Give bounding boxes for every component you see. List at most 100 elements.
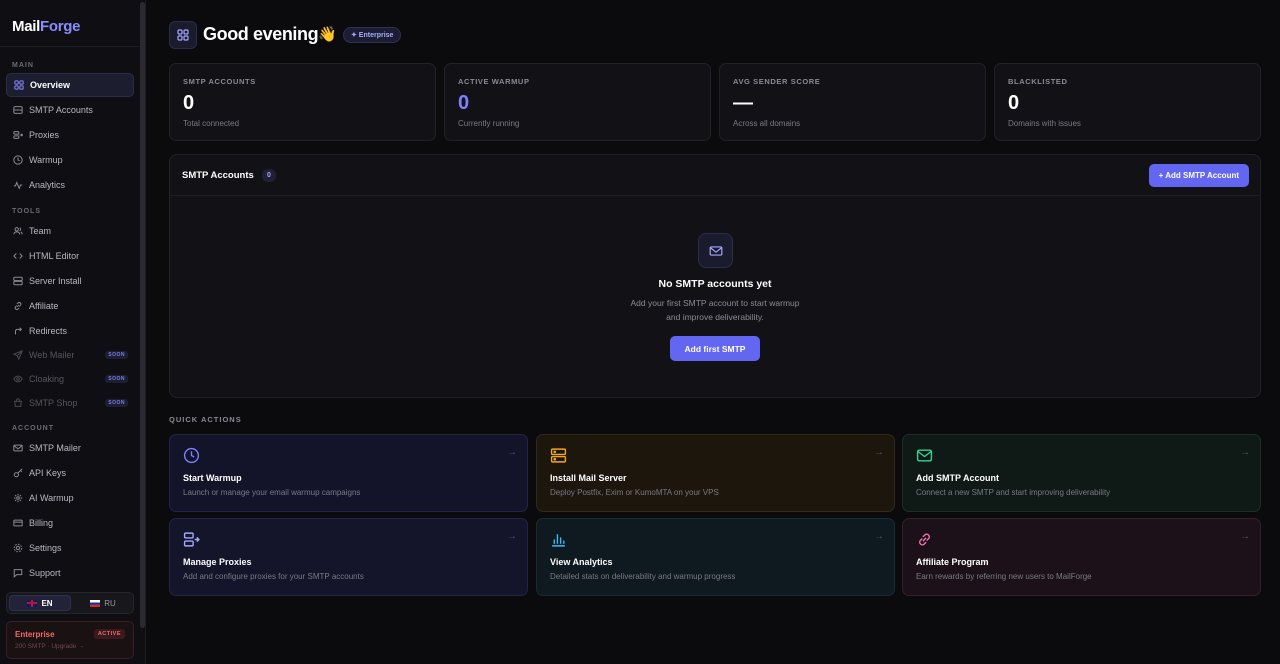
stat-card-smtp-accounts: SMTP ACCOUNTS 0 Total connected — [169, 63, 436, 141]
arrow-right-icon: → — [507, 447, 517, 458]
sidebar-item-settings[interactable]: Settings — [6, 536, 134, 560]
quick-action-manage-proxies[interactable]: → Manage Proxies Add and configure proxi… — [169, 518, 528, 596]
quick-action-start-warmup[interactable]: → Start Warmup Launch or manage your ema… — [169, 434, 528, 512]
sidebar-item-label: Analytics — [29, 180, 66, 190]
add-smtp-account-button[interactable]: + Add SMTP Account — [1148, 164, 1249, 187]
sidebar-item-team[interactable]: Team — [6, 219, 134, 243]
sidebar-item-server-install[interactable]: Server Install — [6, 269, 134, 293]
empty-state-text: Add your first SMTP account to start war… — [170, 296, 1260, 324]
sidebar-item-smtp-shop[interactable]: SMTP Shop SOON — [6, 391, 134, 415]
sidebar-item-label: Proxies — [29, 130, 60, 140]
count-badge: 0 — [262, 169, 276, 182]
quick-action-title: Manage Proxies — [183, 557, 252, 567]
sidebar-item-analytics[interactable]: Analytics — [6, 173, 134, 197]
sidebar-item-label: Server Install — [29, 276, 82, 286]
users-icon — [13, 227, 23, 235]
stat-value: 0 — [183, 92, 195, 114]
quick-action-title: Install Mail Server — [550, 473, 627, 483]
stat-label: AVG SENDER SCORE — [733, 77, 821, 86]
uk-flag-icon — [27, 599, 38, 607]
lang-en-button[interactable]: EN — [9, 595, 71, 611]
quick-action-desc: Add and configure proxies for your SMTP … — [183, 572, 364, 581]
plan-status-badge: ACTIVE — [93, 629, 125, 639]
dashboard-icon — [169, 21, 197, 49]
sidebar-item-label: Settings — [29, 543, 62, 553]
app-logo[interactable]: MailForge — [12, 18, 80, 35]
sidebar-item-label: Cloaking — [29, 374, 65, 384]
sidebar-item-smtp-accounts[interactable]: SMTP Accounts — [6, 98, 134, 122]
plan-upgrade-link[interactable]: 200 SMTP · Upgrade → — [15, 643, 85, 650]
section-label-tools: TOOLS — [12, 208, 41, 215]
sidebar-item-label: SMTP Mailer — [29, 443, 81, 453]
stat-sub: Across all domains — [733, 119, 801, 128]
ru-flag-icon — [90, 599, 101, 607]
sidebar-item-api-keys[interactable]: API Keys — [6, 461, 134, 485]
arrow-right-icon: → — [1240, 447, 1250, 458]
quick-action-view-analytics[interactable]: → View Analytics Detailed stats on deliv… — [536, 518, 895, 596]
database-icon — [13, 276, 23, 286]
code-icon — [13, 253, 23, 259]
quick-action-add-smtp-account[interactable]: → Add SMTP Account Connect a new SMTP an… — [902, 434, 1261, 512]
empty-state-line: Add your first SMTP account to start war… — [630, 298, 800, 308]
stat-sub: Domains with issues — [1008, 119, 1081, 128]
sidebar-item-html-editor[interactable]: HTML Editor — [6, 244, 134, 268]
main-content: Good evening 👋 ✦ Enterprise SMTP ACCOUNT… — [146, 0, 1280, 664]
lang-ru-button[interactable]: RU — [73, 593, 133, 613]
empty-state-title: No SMTP accounts yet — [658, 278, 772, 290]
sidebar-item-ai-warmup[interactable]: AI Warmup — [6, 486, 134, 510]
sidebar-item-proxies[interactable]: Proxies — [6, 123, 134, 147]
server-icon — [13, 106, 23, 114]
shop-icon — [14, 398, 22, 407]
sidebar-item-label: HTML Editor — [29, 251, 80, 261]
stat-value: — — [733, 92, 753, 114]
link-icon — [14, 302, 22, 310]
quick-action-title: Add SMTP Account — [916, 473, 999, 483]
soon-badge: SOON — [105, 375, 128, 383]
stat-value: 0 — [458, 92, 470, 114]
sidebar-item-cloaking[interactable]: Cloaking SOON — [6, 367, 134, 391]
quick-actions-label: QUICK ACTIONS — [169, 415, 242, 424]
stat-sub: Currently running — [458, 119, 520, 128]
section-label-main: MAIN — [12, 62, 34, 69]
proxy-icon — [183, 532, 200, 547]
card-icon — [13, 519, 23, 527]
chat-icon — [13, 569, 23, 578]
sidebar-item-redirects[interactable]: Redirects — [6, 319, 134, 343]
soon-badge: SOON — [105, 351, 128, 359]
sidebar-item-label: API Keys — [29, 468, 67, 478]
quick-action-desc: Detailed stats on deliverability and war… — [550, 572, 736, 581]
lang-ru-label: RU — [104, 598, 116, 608]
plan-card[interactable]: Enterprise ACTIVE 200 SMTP · Upgrade → — [6, 621, 134, 659]
sidebar-item-web-mailer[interactable]: Web Mailer SOON — [6, 343, 134, 367]
divider — [0, 46, 140, 47]
mail-icon — [13, 444, 23, 452]
server-icon — [550, 448, 567, 463]
bar-chart-icon — [552, 534, 565, 547]
quick-action-desc: Earn rewards by referring new users to M… — [916, 572, 1092, 581]
arrow-right-icon: → — [874, 447, 884, 458]
add-first-smtp-button[interactable]: Add first SMTP — [670, 336, 760, 361]
send-icon — [13, 350, 23, 360]
plan-name: Enterprise — [15, 630, 55, 639]
sidebar-item-affiliate[interactable]: Affiliate — [6, 294, 134, 318]
key-icon — [13, 468, 23, 478]
sidebar-item-billing[interactable]: Billing — [6, 511, 134, 535]
sidebar-item-label: Team — [29, 226, 52, 236]
sidebar-item-label: SMTP Accounts — [29, 105, 93, 115]
sidebar-item-overview[interactable]: Overview — [6, 73, 134, 97]
sidebar-item-label: AI Warmup — [29, 493, 74, 503]
section-label-account: ACCOUNT — [12, 425, 54, 432]
stat-value: 0 — [1008, 92, 1020, 114]
stat-card-avg-sender-score: AVG SENDER SCORE — Across all domains — [719, 63, 986, 141]
quick-action-affiliate-program[interactable]: → Affiliate Program Earn rewards by refe… — [902, 518, 1261, 596]
sidebar-item-support[interactable]: Support — [6, 561, 134, 585]
sidebar-item-warmup[interactable]: Warmup — [6, 148, 134, 172]
sidebar-item-smtp-mailer[interactable]: SMTP Mailer — [6, 436, 134, 460]
quick-action-title: Affiliate Program — [916, 557, 989, 567]
sidebar-item-label: Redirects — [29, 326, 68, 336]
quick-action-install-mail-server[interactable]: → Install Mail Server Deploy Postfix, Ex… — [536, 434, 895, 512]
quick-action-title: View Analytics — [550, 557, 613, 567]
sidebar-scrollbar[interactable] — [140, 2, 145, 628]
panel-header: SMTP Accounts 0 + Add SMTP Account — [170, 155, 1260, 196]
sidebar-item-label: Warmup — [29, 155, 63, 165]
